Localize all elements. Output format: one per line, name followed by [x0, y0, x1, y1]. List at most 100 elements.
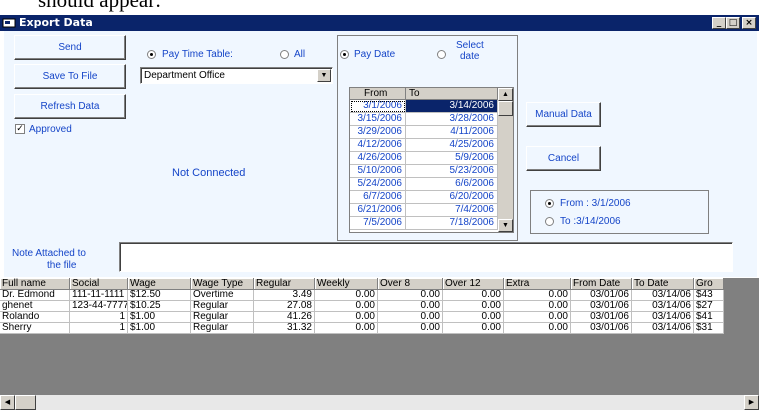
pay-date-row[interactable]: 4/26/2006 5/9/2006	[350, 152, 498, 165]
from-radio[interactable]	[545, 199, 554, 208]
table-cell: 0.00	[443, 312, 504, 323]
column-header[interactable]: From Date	[571, 278, 632, 290]
table-cell: $31	[694, 323, 724, 334]
pay-date-row[interactable]: 3/29/2006 4/11/2006	[350, 126, 498, 139]
pay-date-from-cell[interactable]: 3/15/2006	[350, 113, 406, 126]
refresh-data-button[interactable]: Refresh Data	[14, 94, 126, 119]
to-radio[interactable]	[545, 217, 554, 226]
pay-date-label: Pay Date	[354, 49, 396, 60]
pay-date-from-cell[interactable]: 3/29/2006	[350, 126, 406, 139]
pay-date-to-cell[interactable]: 7/4/2006	[406, 204, 498, 217]
select-date-radio[interactable]	[437, 50, 446, 59]
column-header[interactable]: Weekly	[315, 278, 378, 290]
export-table[interactable]: Full name Social Wage Wage Type Regular Weekl…	[0, 278, 759, 410]
from-column-header[interactable]: From	[350, 88, 406, 100]
scroll-left-icon[interactable]: ◀	[0, 395, 15, 410]
pay-date-row[interactable]: 6/21/2006 7/4/2006	[350, 204, 498, 217]
column-header[interactable]: Over 12	[443, 278, 504, 290]
table-cell: Overtime	[191, 290, 254, 301]
scroll-thumb[interactable]	[498, 101, 513, 116]
from-label: From : 3/1/2006	[560, 198, 631, 209]
table-cell: 0.00	[443, 323, 504, 334]
all-radio[interactable]	[280, 50, 289, 59]
pay-date-scrollbar[interactable]: ▲ ▼	[498, 88, 513, 232]
pay-date-row[interactable]: 3/1/2006 3/14/2006	[350, 100, 498, 113]
pay-date-to-cell[interactable]: 4/25/2006	[406, 139, 498, 152]
table-cell: $43	[694, 290, 724, 301]
column-header[interactable]: Wage	[128, 278, 191, 290]
table-cell: 0.00	[315, 323, 378, 334]
pay-date-from-cell[interactable]: 4/12/2006	[350, 139, 406, 152]
column-header[interactable]: Extra	[504, 278, 571, 290]
pay-date-row[interactable]: 3/15/2006 3/28/2006	[350, 113, 498, 126]
close-button[interactable]: ×	[742, 17, 756, 29]
control-panel: Send Save To File Refresh Data ✓ Approve…	[4, 31, 757, 277]
column-header[interactable]: Social	[70, 278, 128, 290]
pay-date-radio[interactable]	[340, 50, 349, 59]
column-header[interactable]: Over 8	[378, 278, 443, 290]
minimize-button[interactable]: _	[712, 17, 726, 29]
window-title: Export Data	[19, 16, 93, 29]
send-button[interactable]: Send	[14, 35, 126, 60]
title-bar[interactable]: Export Data _ □ ×	[0, 15, 759, 31]
range-group	[530, 190, 709, 234]
to-column-header[interactable]: To	[406, 88, 498, 100]
pay-time-table-radio[interactable]	[147, 50, 156, 59]
table-cell: 0.00	[443, 290, 504, 301]
pay-date-from-cell[interactable]: 5/24/2006	[350, 178, 406, 191]
pay-date-from-cell[interactable]: 7/5/2006	[350, 217, 406, 230]
column-header[interactable]: Wage Type	[191, 278, 254, 290]
pay-date-from-cell[interactable]: 4/26/2006	[350, 152, 406, 165]
pay-date-from-cell[interactable]: 6/7/2006	[350, 191, 406, 204]
pay-date-row[interactable]: 6/7/2006 6/20/2006	[350, 191, 498, 204]
table-cell: 03/14/06	[632, 301, 694, 312]
note-input[interactable]	[119, 242, 733, 272]
table-cell: 0.00	[504, 312, 571, 323]
pay-time-table-dropdown[interactable]: Department Office ▼	[140, 67, 333, 84]
table-cell: $1.00	[128, 323, 191, 334]
scroll-down-icon[interactable]: ▼	[498, 219, 513, 232]
table-cell: 0.00	[315, 312, 378, 323]
table-cell: 27.08	[254, 301, 315, 312]
column-header[interactable]: To Date	[632, 278, 694, 290]
pay-date-to-cell[interactable]: 6/6/2006	[406, 178, 498, 191]
manual-data-button[interactable]: Manual Data	[526, 102, 601, 127]
pay-date-to-cell[interactable]: 6/20/2006	[406, 191, 498, 204]
table-cell: 0.00	[504, 290, 571, 301]
scroll-right-icon[interactable]: ▶	[744, 395, 759, 410]
table-cell: 0.00	[504, 323, 571, 334]
table-cell: 03/01/06	[571, 312, 632, 323]
pay-date-to-cell[interactable]: 7/18/2006	[406, 217, 498, 230]
pay-date-row[interactable]: 7/5/2006 7/18/2006	[350, 217, 498, 230]
pay-date-row[interactable]: 5/24/2006 6/6/2006	[350, 178, 498, 191]
pay-date-to-cell[interactable]: 4/11/2006	[406, 126, 498, 139]
pay-date-from-cell[interactable]: 3/1/2006	[350, 100, 406, 113]
column-header[interactable]: Regular	[254, 278, 315, 290]
pay-date-grid[interactable]: From To 3/1/2006 3/14/2006 3/15/2006 3/28/2…	[349, 87, 514, 233]
table-cell: 0.00	[315, 290, 378, 301]
save-to-file-button[interactable]: Save To File	[14, 64, 126, 89]
approved-checkbox[interactable]: ✓	[15, 124, 25, 134]
pay-date-to-cell[interactable]: 3/14/2006	[406, 100, 498, 113]
chevron-down-icon[interactable]: ▼	[317, 69, 331, 82]
pay-date-from-cell[interactable]: 6/21/2006	[350, 204, 406, 217]
dropdown-value: Department Office	[144, 70, 225, 81]
table-cell: 03/01/06	[571, 323, 632, 334]
cancel-button[interactable]: Cancel	[526, 146, 601, 171]
pay-date-to-cell[interactable]: 3/28/2006	[406, 113, 498, 126]
pay-date-to-cell[interactable]: 5/9/2006	[406, 152, 498, 165]
table-cell: $10.25	[128, 301, 191, 312]
scroll-up-icon[interactable]: ▲	[498, 88, 513, 101]
select-date-label-2: date	[460, 51, 480, 62]
maximize-button[interactable]: □	[726, 17, 740, 29]
horizontal-scrollbar[interactable]: ◀ ▶	[0, 395, 759, 410]
horizontal-scroll-thumb[interactable]	[15, 395, 36, 410]
table-cell: ghenet	[0, 301, 70, 312]
app-icon	[2, 18, 16, 28]
pay-date-row[interactable]: 4/12/2006 4/25/2006	[350, 139, 498, 152]
column-header[interactable]: Full name	[0, 278, 70, 290]
column-header[interactable]: Gro	[694, 278, 724, 290]
pay-date-row[interactable]: 5/10/2006 5/23/2006	[350, 165, 498, 178]
pay-date-from-cell[interactable]: 5/10/2006	[350, 165, 406, 178]
pay-date-to-cell[interactable]: 5/23/2006	[406, 165, 498, 178]
